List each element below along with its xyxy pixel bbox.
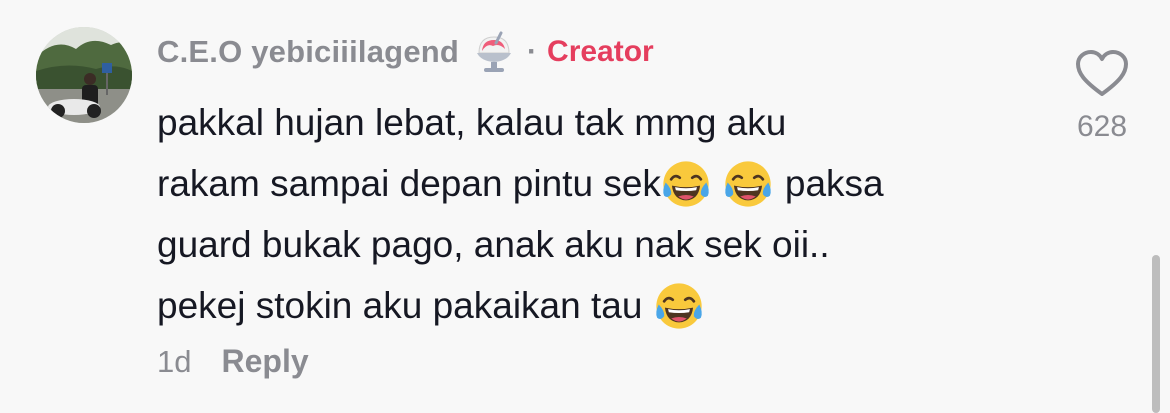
username[interactable]: C.E.O yebiciiilagend	[157, 34, 459, 70]
like-count: 628	[1076, 110, 1128, 143]
comment-line-text: pekej stokin aku pakaikan tau	[157, 285, 643, 326]
comment-line-text: paksa	[784, 163, 884, 204]
comment-text: pakkal hujan lebat, kalau tak mmg aku ra…	[157, 92, 1037, 336]
creator-badge: Creator	[547, 35, 654, 68]
reply-button[interactable]: Reply	[221, 343, 308, 380]
comment-timestamp: 1d	[157, 343, 192, 379]
comment-header: C.E.O yebiciiilagend · Creator	[157, 30, 654, 74]
comment-line-text: guard bukak pago, anak aku nak sek oii..	[157, 224, 830, 265]
comment-footer: 1d Reply	[157, 343, 309, 380]
comment-line: guard bukak pago, anak aku nak sek oii..	[157, 214, 1037, 275]
comment-item: C.E.O yebiciiilagend · Creator pakkal hu…	[0, 0, 1170, 413]
face-with-tears-of-joy-icon	[661, 159, 711, 209]
face-with-tears-of-joy-icon	[723, 159, 773, 209]
comment-line-text: rakam sampai depan pintu sek	[157, 163, 661, 204]
comment-line: pekej stokin aku pakaikan tau	[157, 275, 1037, 336]
face-with-tears-of-joy-icon	[654, 281, 704, 331]
avatar[interactable]	[36, 27, 132, 123]
comment-line: rakam sampai depan pintu sek paksa	[157, 153, 1037, 214]
scrollbar[interactable]	[1152, 255, 1160, 413]
heart-icon[interactable]	[1057, 48, 1147, 98]
like-button[interactable]: 628	[1057, 48, 1147, 148]
comment-line: pakkal hujan lebat, kalau tak mmg aku	[157, 92, 1037, 153]
separator-dot: ·	[527, 35, 538, 68]
comment-line-text: pakkal hujan lebat, kalau tak mmg aku	[157, 102, 787, 143]
shaved-ice-icon	[471, 29, 517, 75]
